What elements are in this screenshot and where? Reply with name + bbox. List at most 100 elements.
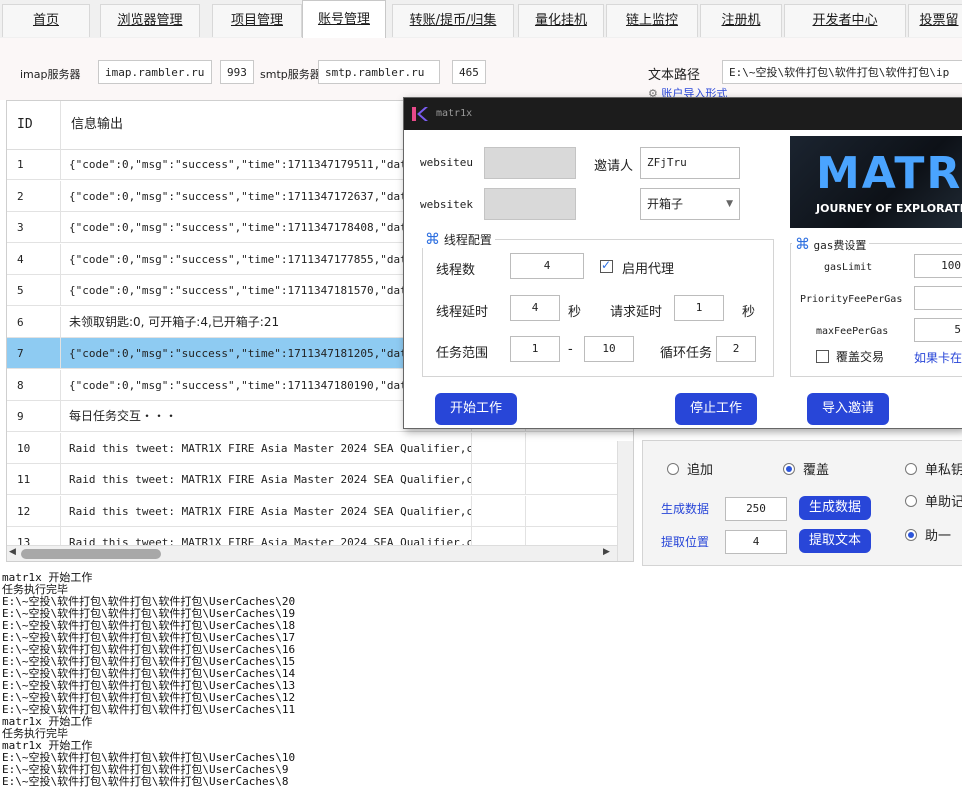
thread-count-input[interactable]: 4	[510, 253, 584, 279]
websitek-input[interactable]	[484, 188, 576, 220]
row-id: 1	[7, 149, 61, 180]
import-invite-button[interactable]: 导入邀请	[807, 393, 889, 425]
overwrite-radio[interactable]	[783, 463, 795, 475]
vertical-scrollbar[interactable]	[617, 441, 633, 561]
row-message: Raid this tweet: MATR1X FIRE Asia Master…	[69, 441, 471, 455]
row-id: 2	[7, 180, 61, 212]
task-range-label: 任务范围	[436, 346, 489, 361]
row-id: 5	[7, 275, 61, 306]
extract-pos-label: 提取位置	[661, 535, 710, 549]
table-row[interactable]: 12 Raid this tweet: MATR1X FIRE Asia Mast…	[7, 495, 633, 527]
table-row[interactable]: 11 Raid this tweet: MATR1X FIRE Asia Mast…	[7, 464, 633, 495]
cluster-icon: ⌘	[425, 230, 440, 248]
imap-server-input[interactable]: imap.rambler.ru	[98, 60, 212, 84]
extract-text-button[interactable]: 提取文本	[799, 529, 871, 553]
websiteu-input[interactable]	[484, 147, 576, 179]
override-tx-label: 覆盖交易	[836, 350, 885, 364]
single-key-radio[interactable]	[905, 463, 917, 475]
row-extra-cell	[525, 432, 526, 464]
dialog-title: matr1x	[436, 108, 473, 119]
path-label: 文本路径	[648, 68, 701, 83]
override-tx-checkbox[interactable]	[816, 350, 829, 363]
smtp-label: smtp服务器	[260, 68, 321, 81]
row-id: 3	[7, 212, 61, 243]
action-select[interactable]: 开箱子 ▼	[640, 188, 740, 220]
tab-6[interactable]: 链上监控	[606, 4, 698, 37]
smtp-port-input[interactable]: 465	[452, 60, 486, 84]
gen-data-input[interactable]: 250	[725, 497, 787, 521]
thread-count-label: 线程数	[436, 263, 476, 278]
dialog-title-bar[interactable]: matr1x	[404, 98, 962, 130]
max-fee-label: maxFeePerGas	[816, 326, 889, 337]
tab-4[interactable]: 转账/提币/归集	[392, 4, 514, 37]
single-key-label: 单私钥	[925, 463, 962, 478]
tab-3[interactable]: 账号管理	[302, 0, 386, 39]
task-range-to-input[interactable]: 10	[584, 336, 634, 362]
matr1x-dialog: matr1x websiteu websitek 邀请人 ZFjTru 开箱子 …	[403, 97, 962, 429]
stop-work-button[interactable]: 停止工作	[675, 393, 757, 425]
imap-label: imap服务器	[20, 68, 81, 81]
append-radio[interactable]	[667, 463, 679, 475]
websiteu-label: websiteu	[420, 156, 473, 169]
thread-delay-unit: 秒	[568, 305, 582, 320]
imap-port-input[interactable]: 993	[220, 60, 254, 84]
tab-7[interactable]: 注册机	[700, 4, 782, 37]
row-id: 8	[7, 369, 61, 401]
cluster-icon: ⌘	[795, 235, 810, 253]
request-delay-label: 请求延时	[610, 305, 663, 320]
mnemonic-radio[interactable]	[905, 529, 917, 541]
generate-data-button[interactable]: 生成数据	[799, 496, 871, 520]
log-output: matr1x 开始工作 任务执行完毕 E:\~空投\软件打包\软件打包\软件打包\U…	[2, 572, 502, 788]
inviter-label: 邀请人	[594, 159, 634, 174]
row-id: 6	[7, 306, 61, 338]
websitek-label: websitek	[420, 198, 473, 211]
tab-1[interactable]: 浏览器管理	[100, 4, 200, 37]
tab-5[interactable]: 量化挂机	[518, 4, 604, 37]
banner-title: MATR1X	[816, 148, 962, 199]
horizontal-scrollbar[interactable]: ◀ ▶	[7, 545, 617, 561]
row-extra-cell	[471, 464, 472, 495]
append-label: 追加	[687, 463, 714, 478]
proxy-checkbox[interactable]: ✓	[600, 258, 613, 273]
smtp-server-input[interactable]: smtp.rambler.ru	[318, 60, 440, 84]
path-input[interactable]: E:\~空投\软件打包\软件打包\软件打包\ip	[722, 60, 962, 84]
table-row[interactable]: 10 Raid this tweet: MATR1X FIRE Asia Mast…	[7, 432, 633, 464]
extract-pos-input[interactable]: 4	[725, 530, 787, 554]
gas-limit-input[interactable]: 100	[914, 254, 962, 278]
start-work-button[interactable]: 开始工作	[435, 393, 517, 425]
row-id: 7	[7, 338, 61, 369]
log-line: E:\~空投\软件打包\软件打包\软件打包\UserCaches\8	[2, 775, 289, 788]
gas-settings-title: ⌘ gas费设置	[792, 235, 870, 253]
row-extra-cell	[471, 495, 472, 527]
row-id: 11	[7, 464, 61, 495]
tab-0[interactable]: 首页	[2, 4, 90, 37]
mail-settings-row: imap服务器 imap.rambler.ru 993 smtp服务器 smtp…	[0, 38, 962, 100]
stuck-hint-link[interactable]: 如果卡在	[914, 349, 962, 366]
banner-subtitle: JOURNEY OF EXPLORATION	[816, 202, 962, 215]
row-id: 12	[7, 495, 61, 527]
overwrite-label: 覆盖	[803, 463, 830, 478]
row-extra-cell	[471, 432, 472, 464]
single-mnemonic-radio[interactable]	[905, 495, 917, 507]
scroll-right-icon[interactable]: ▶	[603, 547, 610, 557]
tab-2[interactable]: 项目管理	[212, 4, 302, 37]
loop-task-input[interactable]: 2	[716, 336, 756, 362]
scroll-thumb[interactable]	[21, 549, 161, 559]
scroll-left-icon[interactable]: ◀	[9, 547, 16, 557]
id-column-header[interactable]: ID	[7, 101, 61, 149]
tab-9[interactable]: 投票留	[908, 4, 962, 37]
thread-delay-label: 线程延时	[436, 305, 489, 320]
tab-8[interactable]: 开发者中心	[784, 4, 906, 37]
max-fee-input[interactable]: 5	[914, 318, 962, 342]
inviter-input[interactable]: ZFjTru	[640, 147, 740, 179]
gen-data-label: 生成数据	[661, 502, 710, 516]
priority-fee-label: PriorityFeePerGas	[800, 294, 903, 305]
row-message: Raid this tweet: MATR1X FIRE Asia Master…	[69, 473, 471, 486]
thread-delay-input[interactable]: 4	[510, 295, 560, 321]
row-extra-cell	[525, 464, 526, 495]
task-range-from-input[interactable]: 1	[510, 336, 560, 362]
request-delay-unit: 秒	[742, 305, 756, 320]
request-delay-input[interactable]: 1	[674, 295, 724, 321]
row-id: 4	[7, 243, 61, 275]
priority-fee-input[interactable]	[914, 286, 962, 310]
